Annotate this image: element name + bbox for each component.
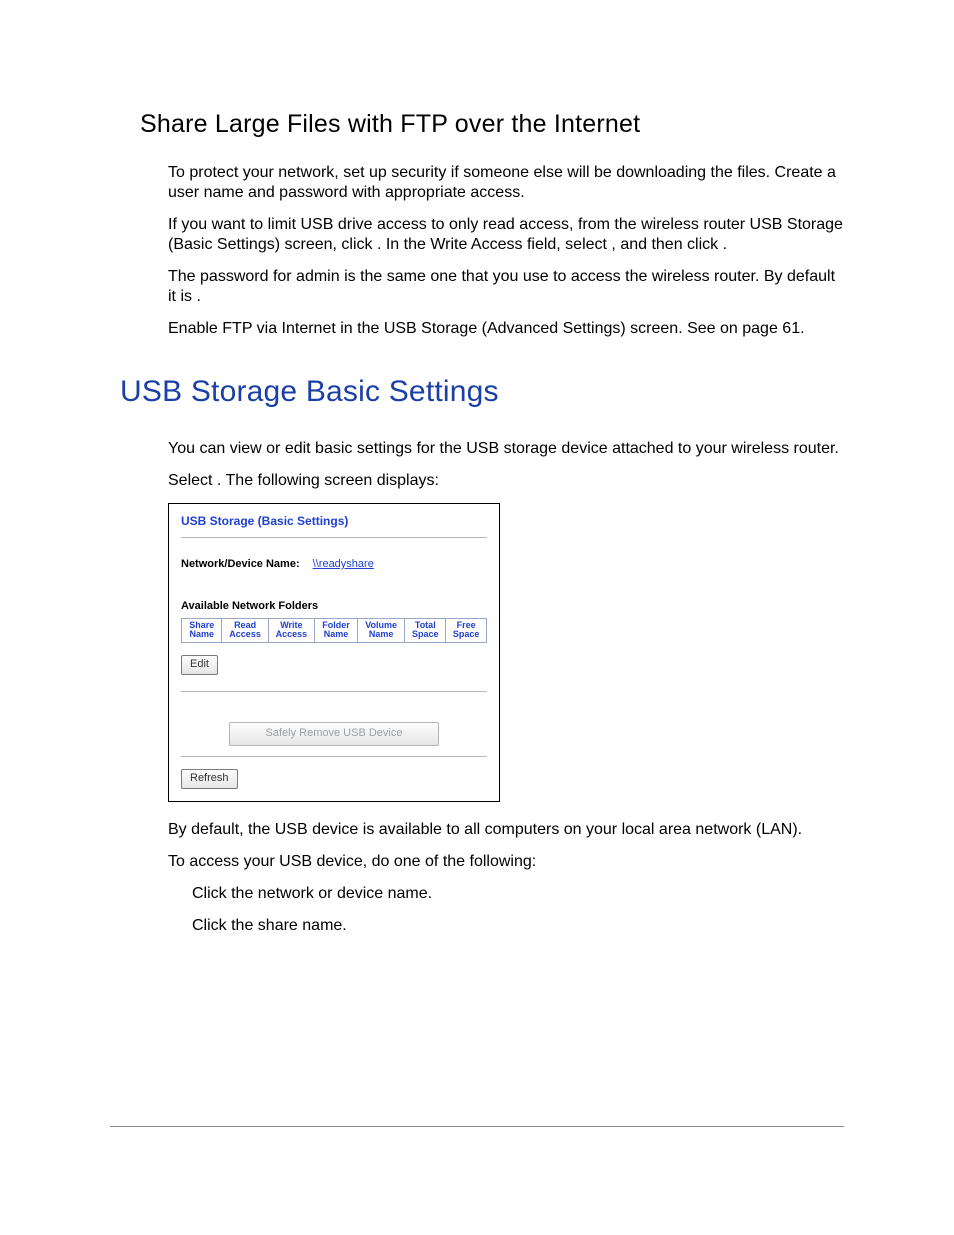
refresh-button[interactable]: Refresh xyxy=(181,769,238,789)
list-item: Click the share name. xyxy=(168,916,844,936)
col-volume-name: Volume Name xyxy=(357,618,404,643)
ftp-step-3: The password for admin is the same one t… xyxy=(168,267,844,307)
bullet-icon xyxy=(168,884,182,904)
col-write-access: Write Access xyxy=(268,618,314,643)
ftp-step-4: Enable FTP via Internet in the USB Stora… xyxy=(168,319,844,339)
list-item: Click the network or device name. xyxy=(168,884,844,904)
access-item-2: Click the share name. xyxy=(192,916,347,936)
ftp-steps: To protect your network, set up security… xyxy=(168,163,844,339)
usb-intro: You can view or edit basic settings for … xyxy=(168,439,844,459)
shot-title: USB Storage (Basic Settings) xyxy=(181,514,487,529)
col-free-space: Free Space xyxy=(446,618,487,643)
ftp-heading: Share Large Files with FTP over the Inte… xyxy=(140,110,844,139)
access-item-1: Click the network or device name. xyxy=(192,884,432,904)
ftp-step-2: If you want to limit USB drive access to… xyxy=(168,215,844,255)
device-name-link[interactable]: \\readyshare xyxy=(313,558,374,570)
bullet-icon xyxy=(168,916,182,936)
document-page: Share Large Files with FTP over the Inte… xyxy=(0,0,954,1235)
usb-settings-screenshot: USB Storage (Basic Settings) Network/Dev… xyxy=(168,503,500,802)
safely-remove-button[interactable]: Safely Remove USB Device xyxy=(229,722,440,746)
folders-heading: Available Network Folders xyxy=(181,600,487,614)
divider xyxy=(181,537,487,538)
col-share-name: Share Name xyxy=(182,618,222,643)
col-total-space: Total Space xyxy=(405,618,446,643)
col-folder-name: Folder Name xyxy=(315,618,358,643)
device-name-label: Network/Device Name: xyxy=(181,558,300,570)
col-read-access: Read Access xyxy=(222,618,268,643)
ftp-step-1: To protect your network, set up security… xyxy=(168,163,844,203)
folders-table: Share Name Read Access Write Access Fold… xyxy=(181,618,487,644)
usb-basic-heading: USB Storage Basic Settings xyxy=(120,375,844,409)
device-name-row: Network/Device Name: \\readyshare xyxy=(181,558,487,572)
usb-basic-body: You can view or edit basic settings for … xyxy=(168,439,844,936)
usb-access-intro: To access your USB device, do one of the… xyxy=(168,852,844,872)
edit-button[interactable]: Edit xyxy=(181,655,218,675)
usb-select-line: Select . The following screen displays: xyxy=(168,471,844,491)
usb-default-note: By default, the USB device is available … xyxy=(168,820,844,840)
footer-divider xyxy=(110,1126,844,1127)
